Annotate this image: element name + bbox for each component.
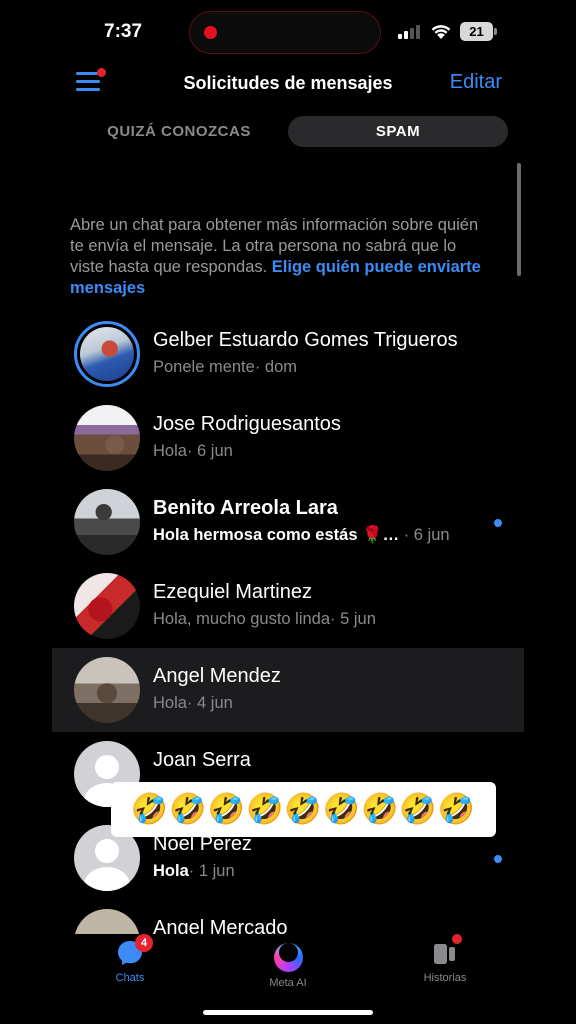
- chat-row[interactable]: Ezequiel Martinez Hola, mucho gusto lind…: [52, 564, 524, 648]
- nav-stories-label: Historias: [423, 972, 467, 984]
- chat-name: Joan Serra: [153, 749, 251, 771]
- chat-preview: Hola· 6 jun: [153, 442, 233, 461]
- avatar: [74, 909, 140, 934]
- avatar: [74, 657, 140, 723]
- chat-row[interactable]: Angel Mercado: [52, 900, 524, 934]
- home-indicator[interactable]: [203, 1010, 373, 1015]
- meta-ai-ring-icon: [273, 943, 303, 972]
- info-text: Abre un chat para obtener más informació…: [70, 215, 490, 299]
- recording-dot-icon: [204, 26, 217, 39]
- chat-time: · 5 jun: [330, 610, 376, 628]
- chat-name: Jose Rodriguesantos: [153, 413, 341, 435]
- chat-time: · dom: [254, 358, 298, 376]
- chat-time: · 4 jun: [186, 694, 233, 712]
- chat-row[interactable]: Benito Arreola Lara Hola hermosa como es…: [52, 480, 524, 564]
- chat-name: Angel Mercado: [153, 917, 288, 934]
- chat-message: Hola hermosa como estás 🌹…: [153, 526, 400, 544]
- chat-preview: Hola· 1 jun: [153, 862, 235, 881]
- chat-preview: Hola hermosa como estás 🌹… · 6 jun: [153, 526, 450, 545]
- chat-message: Ponele mente: [153, 358, 255, 376]
- chat-name: Benito Arreola Lara: [153, 497, 338, 519]
- chat-row[interactable]: Gelber Estuardo Gomes Trigueros Ponele m…: [52, 312, 524, 396]
- tab-maybe-known[interactable]: QUIZÁ CONOZCAS: [70, 116, 288, 147]
- chat-message: Hola: [153, 694, 187, 712]
- tab-spam[interactable]: SPAM: [288, 116, 508, 147]
- chat-message: Hola, mucho gusto linda: [153, 610, 331, 628]
- chat-row[interactable]: Jose Rodriguesantos Hola· 6 jun: [52, 396, 524, 480]
- chat-name: Ezequiel Martinez: [153, 581, 312, 603]
- edit-button[interactable]: Editar: [450, 71, 502, 94]
- nav-stories[interactable]: Historias: [395, 934, 495, 984]
- chat-message: Hola: [153, 862, 189, 880]
- nav-chats[interactable]: 4 Chats: [80, 934, 180, 984]
- tab-bar: QUIZÁ CONOZCAS SPAM: [70, 116, 508, 147]
- dynamic-island: [189, 11, 381, 54]
- status-bar: 7:37 21: [0, 0, 576, 64]
- nav-chats-label: Chats: [115, 972, 145, 984]
- status-time: 7:37: [104, 21, 143, 42]
- avatar: [74, 321, 140, 387]
- avatar: [74, 573, 140, 639]
- chat-row[interactable]: Angel Mendez Hola· 4 jun: [52, 648, 524, 732]
- chat-message: Hola: [153, 442, 187, 460]
- scrollbar[interactable]: [517, 163, 521, 276]
- cellular-signal-icon: [398, 25, 420, 39]
- chat-preview: Ponele mente· dom: [153, 358, 297, 377]
- wifi-icon: [431, 25, 451, 39]
- stories-notification-dot-icon: [452, 934, 462, 944]
- emoji-sticker-overlay: 🤣🤣🤣🤣🤣🤣🤣🤣🤣: [111, 782, 496, 837]
- avatar: [74, 405, 140, 471]
- unread-dot-icon: [494, 519, 502, 527]
- chats-badge: 4: [135, 934, 153, 952]
- unread-dot-icon: [494, 855, 502, 863]
- chat-name: Gelber Estuardo Gomes Trigueros: [153, 329, 458, 351]
- chat-time: · 6 jun: [186, 442, 233, 460]
- chat-time: · 6 jun: [399, 526, 450, 544]
- nav-meta-ai-label: Meta AI: [269, 977, 307, 989]
- chat-preview: Hola· 4 jun: [153, 694, 233, 713]
- battery-icon: 21: [460, 22, 497, 41]
- chat-time: · 1 jun: [188, 862, 235, 880]
- chat-name: Angel Mendez: [153, 665, 281, 687]
- nav-meta-ai[interactable]: Meta AI: [238, 938, 338, 989]
- chat-preview: Hola, mucho gusto linda· 5 jun: [153, 610, 376, 629]
- avatar: [74, 489, 140, 555]
- chat-list: Gelber Estuardo Gomes Trigueros Ponele m…: [52, 312, 524, 934]
